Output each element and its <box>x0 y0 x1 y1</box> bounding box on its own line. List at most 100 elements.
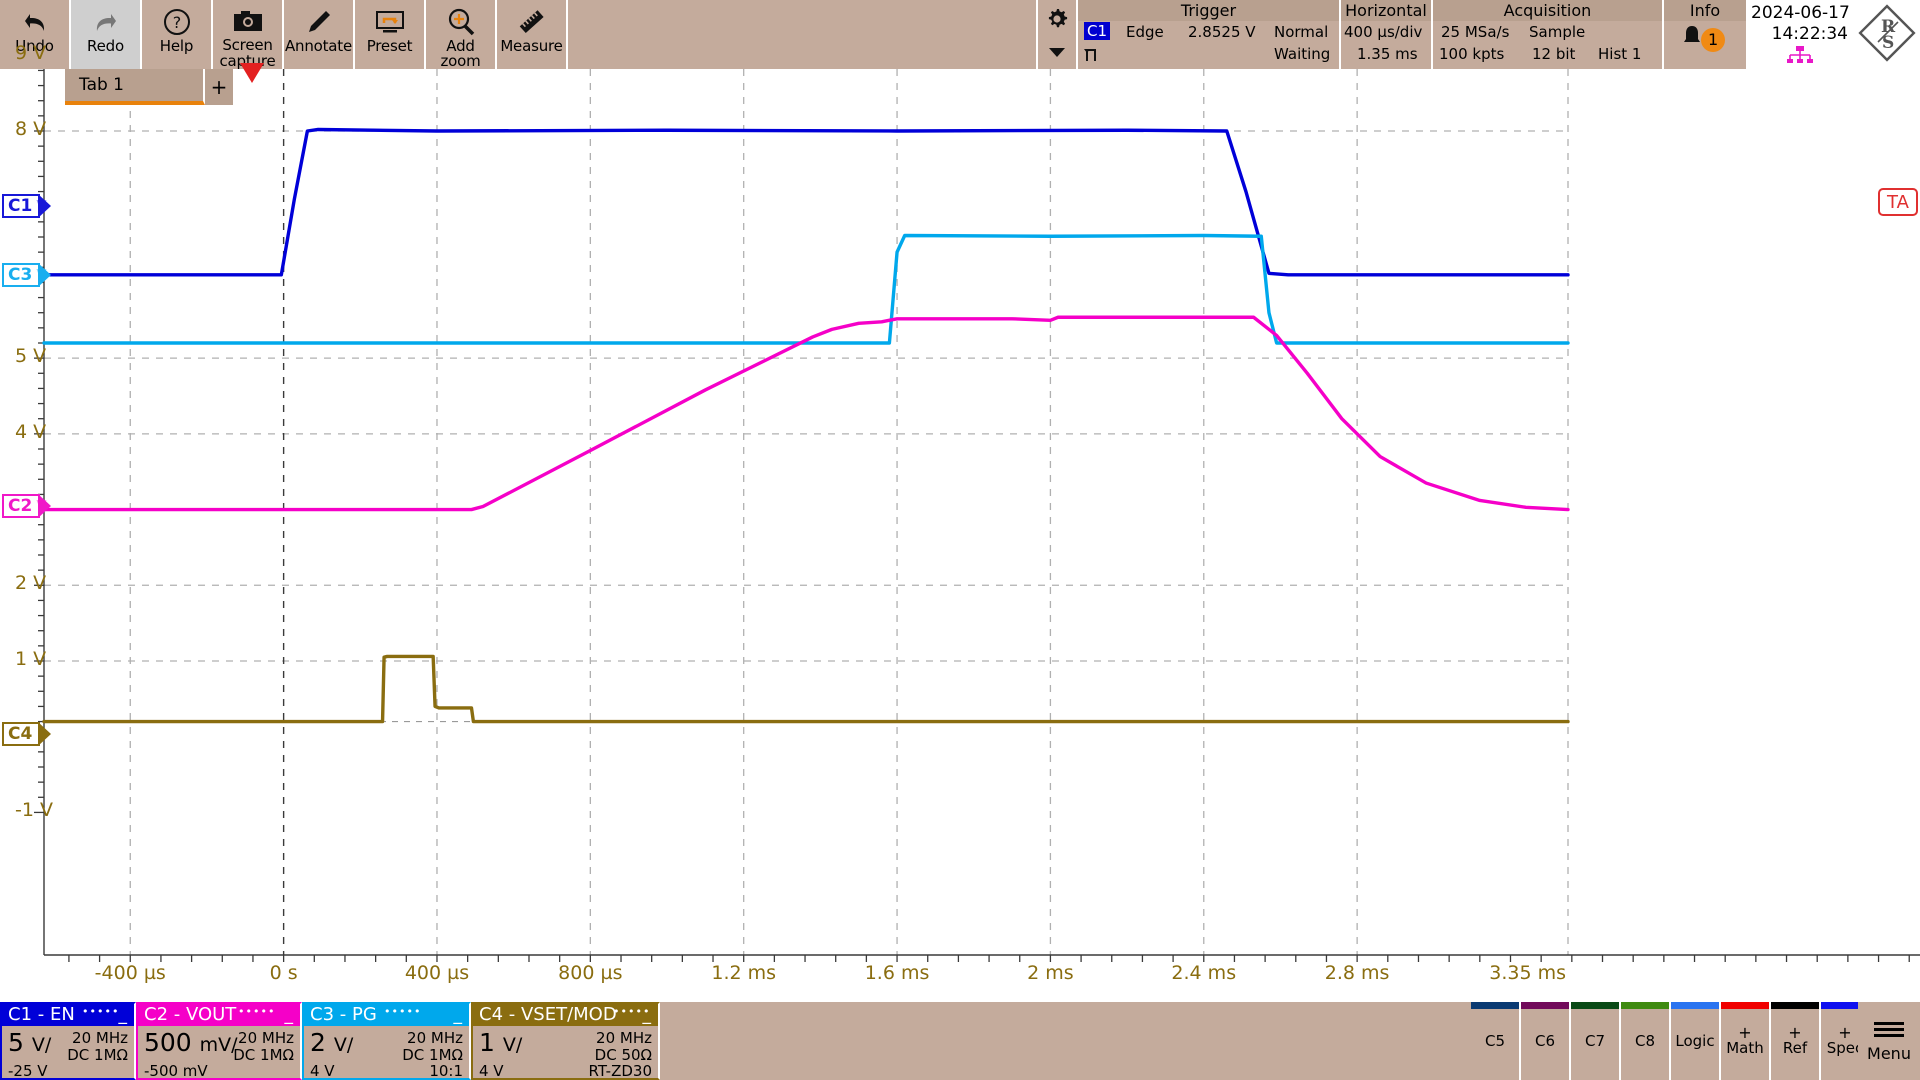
channel-color-bar <box>1571 1002 1619 1009</box>
svg-text:?: ? <box>172 13 181 32</box>
channel-marker-c1[interactable]: C1V <box>2 194 40 218</box>
channel-button-c6[interactable]: C6 <box>1521 1002 1571 1080</box>
menu-button[interactable]: Menu <box>1858 1002 1920 1080</box>
channel-button-c5[interactable]: C5 <box>1471 1002 1521 1080</box>
x-axis-tick-label: 1.6 ms <box>865 962 930 984</box>
channel-marker-label: C1 <box>8 196 32 216</box>
channel-button-logic[interactable]: Logic <box>1671 1002 1721 1080</box>
pencil-icon <box>306 5 332 39</box>
channel-color-bar <box>1521 1002 1569 1009</box>
y-axis-tick-label: 8 V <box>15 118 46 140</box>
channel-marker-c4[interactable]: C4 <box>2 722 40 746</box>
channel-offset: -25 V <box>8 1062 48 1080</box>
channel-button-c8[interactable]: C8 <box>1621 1002 1671 1080</box>
minimize-icon[interactable]: _ <box>643 1004 652 1026</box>
minimize-icon[interactable]: _ <box>119 1004 128 1026</box>
undo-arrow-icon <box>22 5 48 39</box>
channel-card-c3[interactable]: C3 - PG•••••_2 V/20 MHzDC 1MΩ4 V10:1 <box>302 1002 471 1080</box>
acquisition-status-group[interactable]: Acquisition 25 MSa/s Sample 100 kpts 12 … <box>1433 0 1664 69</box>
channel-button-ref[interactable]: +Ref <box>1771 1002 1821 1080</box>
clock-time: 14:22:34 <box>1772 24 1848 44</box>
minimize-icon[interactable]: _ <box>454 1004 463 1026</box>
redo-button[interactable]: Redo <box>71 0 142 69</box>
measure-button[interactable]: Measure <box>497 0 568 69</box>
add-tab-button[interactable]: + <box>205 69 233 105</box>
channel-marker-c2[interactable]: C2V <box>2 494 40 518</box>
channel-probe-info: RT-ZD30 <box>589 1062 652 1080</box>
channel-button-label: C8 <box>1635 1032 1655 1050</box>
channel-offset: 4 V <box>479 1062 504 1080</box>
drag-handle-dots-icon[interactable]: ••••• <box>384 1001 421 1023</box>
channel-card-header[interactable]: C4 - VSET/MOD•••••_ <box>473 1004 658 1026</box>
channel-vertical-scale[interactable]: 2 V/ <box>310 1028 353 1057</box>
plus-icon: + <box>1738 1026 1751 1039</box>
channel-color-bar <box>1671 1002 1719 1009</box>
rs-logo: R S <box>1854 0 1920 69</box>
trigger-status-group[interactable]: Trigger C1 Edge 2.8525 V Normal Waiting <box>1078 0 1341 69</box>
horizontal-body: 400 µs/div 1.35 ms <box>1341 21 1431 69</box>
channel-color-bar <box>1771 1002 1819 1009</box>
tab-1[interactable]: Tab 1 <box>65 69 205 105</box>
channel-color-bar <box>1721 1002 1769 1009</box>
trigger-body: C1 Edge 2.8525 V Normal Waiting <box>1078 21 1339 69</box>
channel-button-math[interactable]: +Math <box>1721 1002 1771 1080</box>
channel-offset: -500 mV <box>144 1062 208 1080</box>
acq-points: 100 kpts <box>1439 45 1504 63</box>
chevron-down-icon[interactable] <box>1047 44 1067 63</box>
y-axis-tick-label: 4 V <box>15 421 46 443</box>
ruler-icon <box>518 5 546 39</box>
trigger-source-badge[interactable]: C1 <box>1084 22 1110 40</box>
acq-rate: 25 MSa/s <box>1441 23 1509 41</box>
channel-vertical-scale[interactable]: 500 mV/ <box>144 1028 238 1057</box>
channel-card-c1[interactable]: C1 - EN•••••_5 V/20 MHzDC 1MΩ -25 V <box>0 1002 136 1080</box>
redo-label: Redo <box>87 39 124 54</box>
channel-card-c2[interactable]: C2 - VOUT•••••_500 mV/20 MHzDC 1MΩ-500 m… <box>136 1002 302 1080</box>
plus-icon: + <box>1788 1026 1801 1039</box>
channel-button-label: Ref <box>1783 1039 1807 1057</box>
drag-handle-dots-icon[interactable]: ••••• <box>82 1001 119 1023</box>
channel-vertical-scale[interactable]: 5 V/ <box>8 1028 51 1057</box>
horizontal-status-group[interactable]: Horizontal 400 µs/div 1.35 ms <box>1341 0 1433 69</box>
trigger-position-marker[interactable] <box>240 63 264 83</box>
add-zoom-label: Add zoom <box>426 39 495 69</box>
tab-1-label: Tab 1 <box>79 75 124 95</box>
channel-button-c7[interactable]: C7 <box>1571 1002 1621 1080</box>
channel-card-header[interactable]: C1 - EN•••••_ <box>2 1004 134 1026</box>
channel-bandwidth-coupling: 20 MHzDC 1MΩ <box>233 1030 294 1064</box>
waveform-plot-area[interactable]: TA 9 V8 V5 V4 V2 V1 V-1 V-400 µs0 s400 µ… <box>0 69 1920 1002</box>
redo-arrow-icon <box>93 5 119 39</box>
acq-resolution: 12 bit <box>1532 45 1575 63</box>
annotate-button[interactable]: Annotate <box>284 0 355 69</box>
channel-marker-label: C4 <box>8 724 32 744</box>
channel-vertical-scale[interactable]: 1 V/ <box>479 1028 522 1057</box>
drag-handle-dots-icon[interactable]: ••••• <box>238 1001 275 1023</box>
channel-card-header[interactable]: C2 - VOUT•••••_ <box>138 1004 300 1026</box>
help-button[interactable]: ? Help <box>142 0 213 69</box>
screen-capture-button[interactable]: Screen capture <box>213 0 284 69</box>
toolbar-spacer <box>568 0 1038 69</box>
channel-marker-c3[interactable]: C3V <box>2 263 40 287</box>
channel-button-label: Math <box>1726 1039 1764 1057</box>
info-body: 1 <box>1664 21 1746 69</box>
channel-card-c4[interactable]: C4 - VSET/MOD•••••_1 V/20 MHzDC 50Ω 4 V RT… <box>471 1002 660 1080</box>
plus-icon: + <box>1838 1026 1851 1039</box>
preset-label: Preset <box>367 39 413 54</box>
channel-marker-arrow-icon <box>38 722 51 746</box>
channel-bandwidth-coupling: 20 MHzDC 50Ω <box>595 1030 652 1064</box>
preset-button[interactable]: Preset <box>355 0 426 69</box>
channel-card-body: 5 V/20 MHzDC 1MΩ -25 V <box>2 1026 134 1080</box>
channel-name-label: C3 - PG <box>310 1004 377 1025</box>
trigger-mode: Normal <box>1274 23 1328 41</box>
oscilloscope-screen: Undo Redo ? Help Screen capture Annotate <box>0 0 1920 1080</box>
ta-marker[interactable]: TA <box>1878 188 1918 216</box>
info-status-group[interactable]: Info 1 <box>1664 0 1748 69</box>
add-zoom-button[interactable]: Add zoom <box>426 0 497 69</box>
channel-card-header[interactable]: C3 - PG ••••• _ <box>304 1004 469 1026</box>
gear-icon[interactable] <box>1044 6 1070 36</box>
channel-card-body: 500 mV/20 MHzDC 1MΩ -500 mV <box>138 1026 300 1080</box>
channel-bandwidth-coupling: 20 MHzDC 1MΩ <box>67 1030 128 1064</box>
channel-color-bar <box>1621 1002 1669 1009</box>
x-axis-tick-label: 2 ms <box>1027 962 1074 984</box>
minimize-icon[interactable]: _ <box>285 1004 294 1026</box>
channel-offset: 4 V <box>310 1062 335 1080</box>
